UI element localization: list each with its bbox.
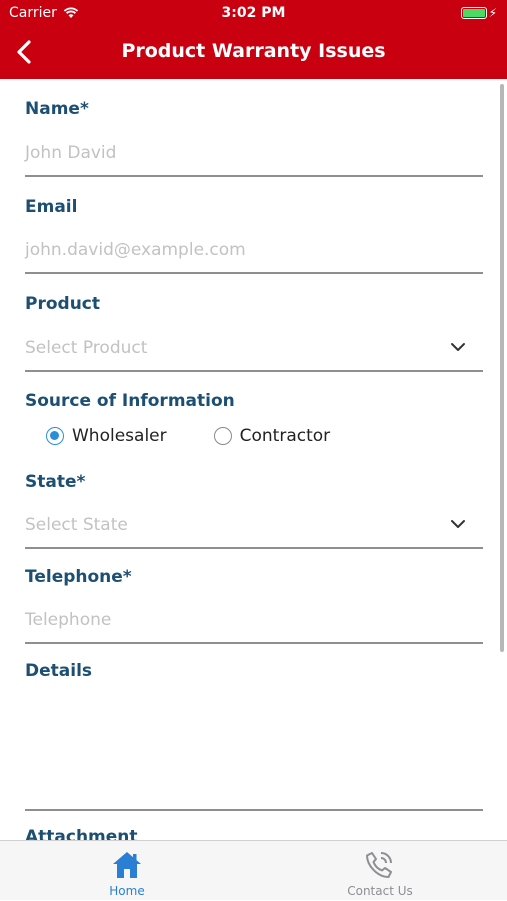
details-underline [25, 809, 483, 811]
telephone-underline [25, 642, 483, 644]
charging-icon: ⚡ [488, 6, 497, 20]
radio-unselected-icon[interactable] [213, 427, 232, 445]
radio-contractor[interactable]: Contractor [213, 426, 331, 446]
battery-icon [460, 7, 487, 19]
radio-contractor-label: Contractor [239, 426, 331, 446]
navigation-header: Carrier 3:02 PM ⚡ Product Warranty Issue… [0, 0, 507, 79]
tab-home[interactable]: Home [0, 841, 254, 901]
product-label: Product [25, 294, 100, 314]
warranty-form: Name* John David Email john.david@exampl… [0, 79, 507, 840]
details-label: Details [25, 661, 93, 681]
product-underline [25, 370, 483, 372]
telephone-label: Telephone* [25, 567, 132, 587]
battery-indicator: ⚡ [460, 6, 497, 20]
state-underline [25, 547, 483, 549]
email-underline [25, 272, 483, 274]
tab-contact-us-label: Contact Us [347, 884, 413, 898]
source-radio-group: Wholesaler Contractor [46, 426, 330, 446]
product-select[interactable]: Select Product [25, 338, 147, 358]
attachment-label: Attachment [25, 827, 138, 840]
name-label: Name* [25, 99, 89, 119]
name-input[interactable]: John David [25, 143, 116, 163]
tab-bar: Home Contact Us [0, 840, 507, 900]
source-label: Source of Information [25, 391, 235, 411]
state-label: State* [25, 472, 86, 492]
status-bar: Carrier 3:02 PM ⚡ [0, 0, 507, 28]
details-textarea[interactable] [25, 689, 483, 807]
radio-selected-icon[interactable] [46, 427, 64, 445]
name-underline [25, 175, 483, 177]
radio-wholesaler[interactable]: Wholesaler [46, 426, 167, 446]
status-time: 3:02 PM [221, 5, 286, 21]
chevron-down-icon[interactable] [450, 519, 466, 529]
page-title: Product Warranty Issues [121, 40, 386, 62]
phone-icon[interactable] [363, 849, 395, 881]
home-icon[interactable] [111, 849, 143, 881]
email-input[interactable]: john.david@example.com [25, 240, 246, 260]
state-select[interactable]: Select State [25, 515, 128, 535]
tab-home-label: Home [109, 884, 145, 898]
tab-contact-us[interactable]: Contact Us [253, 841, 507, 901]
email-label: Email [25, 197, 78, 217]
radio-wholesaler-label: Wholesaler [72, 426, 167, 446]
telephone-input[interactable]: Telephone [25, 610, 111, 630]
scrollbar[interactable] [500, 84, 504, 652]
chevron-down-icon[interactable] [450, 342, 466, 352]
